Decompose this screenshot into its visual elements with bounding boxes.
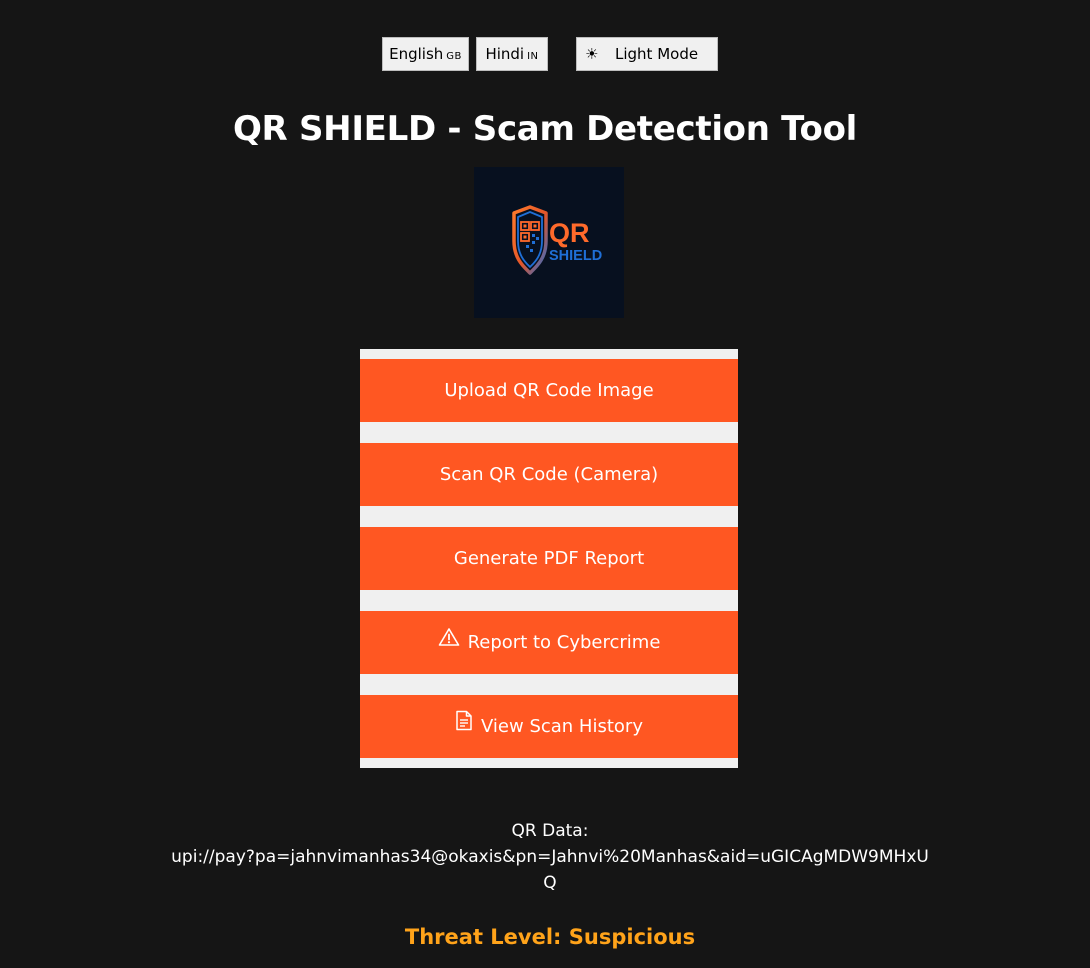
qr-shield-logo: QR SHIELD: [474, 167, 624, 318]
english-label: English: [389, 45, 444, 63]
sun-icon: ☀: [585, 45, 599, 63]
hindi-language-button[interactable]: Hindi IN: [476, 37, 548, 71]
shield-logo-icon: QR SHIELD: [512, 205, 602, 275]
generate-pdf-report-button[interactable]: Generate PDF Report: [360, 527, 738, 590]
report-label: Report to Cybercrime: [467, 632, 661, 653]
qr-data-label: QR Data:: [511, 821, 589, 841]
upload-label: Upload QR Code Image: [444, 380, 654, 401]
history-label: View Scan History: [481, 716, 643, 737]
threat-level-status: Threat Level: Suspicious: [404, 925, 696, 949]
hindi-label: Hindi: [485, 45, 525, 63]
document-icon: [455, 694, 473, 757]
page-title: QR SHIELD - Scam Detection Tool: [232, 109, 858, 149]
upload-qr-image-button[interactable]: Upload QR Code Image: [360, 359, 738, 422]
gb-flag-icon: GB: [446, 51, 462, 62]
report-to-cybercrime-button[interactable]: Report to Cybercrime: [360, 611, 738, 674]
logo-word-qr: QR: [549, 218, 590, 248]
light-mode-toggle-button[interactable]: ☀ Light Mode: [576, 37, 718, 71]
logo-word-shield: SHIELD: [549, 248, 602, 264]
qr-data-value: upi://pay?pa=jahnvimanhas34@okaxis&pn=Ja…: [171, 847, 929, 893]
theme-label: Light Mode: [615, 45, 699, 63]
view-scan-history-button[interactable]: View Scan History: [360, 695, 738, 758]
warning-icon: [438, 610, 460, 673]
actions-panel: Upload QR Code Image Scan QR Code (Camer…: [360, 349, 738, 768]
scan-label: Scan QR Code (Camera): [439, 464, 659, 485]
scan-qr-camera-button[interactable]: Scan QR Code (Camera): [360, 443, 738, 506]
qr-data-result: QR Data: upi://pay?pa=jahnvimanhas34@oka…: [160, 818, 940, 896]
pdf-label: Generate PDF Report: [453, 548, 645, 569]
english-language-button[interactable]: English GB: [382, 37, 469, 71]
language-theme-bar: English GB Hindi IN ☀ Light Mode: [0, 37, 1090, 71]
in-flag-icon: IN: [527, 51, 539, 62]
app-window: English GB Hindi IN ☀ Light Mode QR SHIELD …: [0, 0, 1090, 968]
